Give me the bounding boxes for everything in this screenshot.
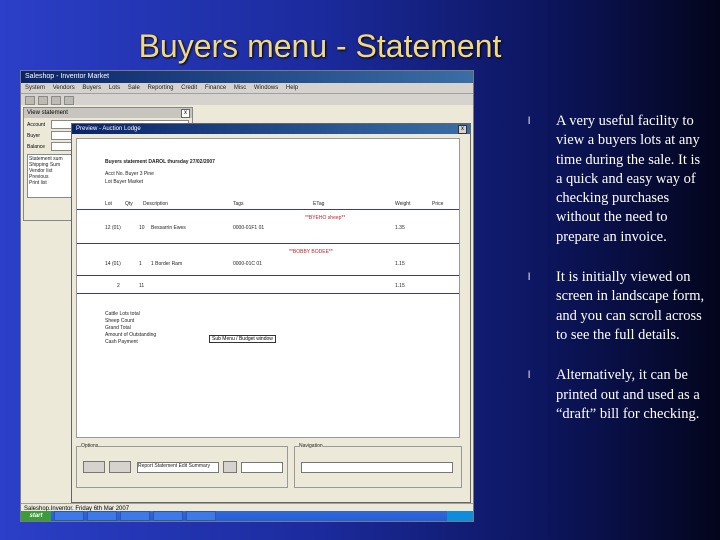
summary-line: Amount of Outstanding bbox=[105, 332, 157, 338]
taskbar-item[interactable] bbox=[87, 511, 117, 521]
summary-line: Sheep Count bbox=[105, 318, 135, 324]
menu-item[interactable]: Misc bbox=[234, 85, 246, 91]
bullet-glyph: l bbox=[528, 116, 531, 127]
system-tray bbox=[447, 511, 473, 521]
bullet-text: A very useful facility to view a buyers … bbox=[556, 113, 701, 245]
app-workspace: View statement x Account Buyer Balance S… bbox=[21, 105, 473, 503]
divider bbox=[77, 209, 459, 210]
field-label: Balance bbox=[27, 143, 46, 150]
table-cell: 1.15 bbox=[395, 283, 405, 289]
report-page: Buyers statement DAROL thursday 27/02/20… bbox=[76, 138, 460, 438]
taskbar-item[interactable] bbox=[120, 511, 150, 521]
toolbar-icon[interactable] bbox=[38, 96, 48, 105]
table-cell: 10 bbox=[139, 225, 145, 231]
divider bbox=[77, 293, 459, 294]
taskbar: start bbox=[21, 511, 473, 521]
bullet-text: Alternatively, it can be printed out and… bbox=[556, 367, 700, 422]
app-screenshot: Saleshop - Inventor Market System Vendor… bbox=[20, 70, 474, 522]
menu-item[interactable]: Finance bbox=[205, 85, 226, 91]
table-cell: Bessarrin Ewes bbox=[151, 225, 186, 231]
menu-bar: System Vendors Buyers Lots Sale Reportin… bbox=[21, 83, 473, 94]
report-heading: Buyers statement DAROL thursday 27/02/20… bbox=[105, 159, 215, 165]
menu-item[interactable]: Buyers bbox=[82, 85, 101, 91]
table-cell: 1 bbox=[139, 261, 142, 267]
table-cell: 1 Border Ram bbox=[151, 261, 183, 267]
group-label: Options bbox=[81, 443, 99, 449]
toolbar-icon[interactable] bbox=[51, 96, 61, 105]
column-header: Description bbox=[143, 201, 169, 207]
taskbar-item[interactable] bbox=[186, 511, 216, 521]
table-cell: 14 (01) bbox=[105, 261, 121, 267]
divider bbox=[77, 275, 459, 276]
summary-line: Grand Total bbox=[105, 325, 131, 331]
preview-footer: Options Report Statement Edit Summary Na… bbox=[76, 442, 466, 496]
menu-item[interactable]: Vendors bbox=[53, 85, 75, 91]
table-cell: 0000-01C 01 bbox=[233, 261, 262, 267]
taskbar-item[interactable] bbox=[153, 511, 183, 521]
table-cell: 0000-01F1 01 bbox=[233, 225, 265, 231]
select-dropdown-button[interactable] bbox=[223, 461, 237, 473]
report-select[interactable]: Report Statement Edit Summary bbox=[137, 462, 219, 473]
navigation-group: Navigation bbox=[294, 443, 462, 488]
report-subheading: Acct No. Buyer 3 Pine bbox=[105, 171, 154, 177]
summary-line: Cattle Lots total bbox=[105, 311, 140, 317]
preview-title: Preview - Auction Lodge bbox=[72, 124, 470, 134]
menu-item[interactable]: Reporting bbox=[147, 85, 173, 91]
sub-menu-button[interactable]: Sub Menu / Budget window bbox=[209, 335, 276, 343]
section-marker: **BYEHO sheep** bbox=[305, 215, 346, 221]
prev-button[interactable] bbox=[109, 461, 131, 473]
column-header: Lot bbox=[105, 201, 112, 207]
page-scrollbar[interactable] bbox=[301, 462, 453, 473]
app-title-bar: Saleshop - Inventor Market bbox=[21, 71, 473, 83]
bullet-glyph: l bbox=[528, 272, 531, 284]
menu-item[interactable]: Credit bbox=[181, 85, 197, 91]
close-icon[interactable]: x bbox=[458, 125, 467, 134]
table-cell: 1.15 bbox=[395, 261, 405, 267]
divider bbox=[77, 243, 459, 244]
print-button[interactable] bbox=[83, 461, 105, 473]
menu-item[interactable]: Lots bbox=[109, 85, 120, 91]
field-label: Buyer bbox=[27, 132, 41, 139]
close-icon[interactable]: x bbox=[181, 109, 190, 118]
menu-item[interactable]: Help bbox=[286, 85, 298, 91]
bullet-item: l It is initially viewed on screen in la… bbox=[528, 268, 708, 345]
taskbar-item[interactable] bbox=[54, 511, 84, 521]
column-header: Qty bbox=[125, 201, 133, 207]
summary-line: Cash Payment bbox=[105, 339, 138, 345]
column-header: Tags bbox=[233, 201, 244, 207]
menu-item[interactable]: Sale bbox=[128, 85, 140, 91]
options-group: Options Report Statement Edit Summary bbox=[76, 443, 288, 488]
report-subheading: Lot Buyer Market bbox=[105, 179, 144, 185]
bullet-item: l A very useful facility to view a buyer… bbox=[528, 112, 708, 247]
column-header: Weight bbox=[395, 201, 411, 207]
field-label: Account bbox=[27, 121, 46, 128]
toolbar-icon[interactable] bbox=[25, 96, 35, 105]
dialog-title: View statement bbox=[24, 108, 192, 118]
slide-title: Buyers menu - Statement bbox=[138, 28, 502, 64]
column-header: Price bbox=[432, 201, 444, 207]
bullet-text: It is initially viewed on screen in land… bbox=[556, 269, 705, 343]
report-preview-window: Preview - Auction Lodge x Buyers stateme… bbox=[71, 123, 471, 503]
bullet-list: l A very useful facility to view a buyer… bbox=[528, 112, 708, 445]
bullet-item: l Alternatively, it can be printed out a… bbox=[528, 366, 708, 424]
table-cell: 2 bbox=[117, 283, 120, 289]
bullet-glyph: l bbox=[528, 370, 531, 382]
start-button[interactable]: start bbox=[21, 511, 51, 521]
toolbar-icon[interactable] bbox=[64, 96, 74, 105]
group-label: Navigation bbox=[299, 443, 323, 449]
column-header: ETag bbox=[313, 201, 325, 207]
section-marker: **BOBBY BODEE** bbox=[289, 249, 333, 255]
menu-item[interactable]: System bbox=[25, 85, 45, 91]
option-list[interactable]: Statement sum Shipping Sum Vendor list P… bbox=[27, 154, 77, 198]
table-cell: 11 bbox=[139, 283, 145, 289]
table-cell: 12 (01) bbox=[105, 225, 121, 231]
menu-item[interactable]: Windows bbox=[254, 85, 278, 91]
table-cell: 1.35 bbox=[395, 225, 405, 231]
copies-input[interactable] bbox=[241, 462, 283, 473]
list-item[interactable]: Print list bbox=[29, 180, 75, 186]
